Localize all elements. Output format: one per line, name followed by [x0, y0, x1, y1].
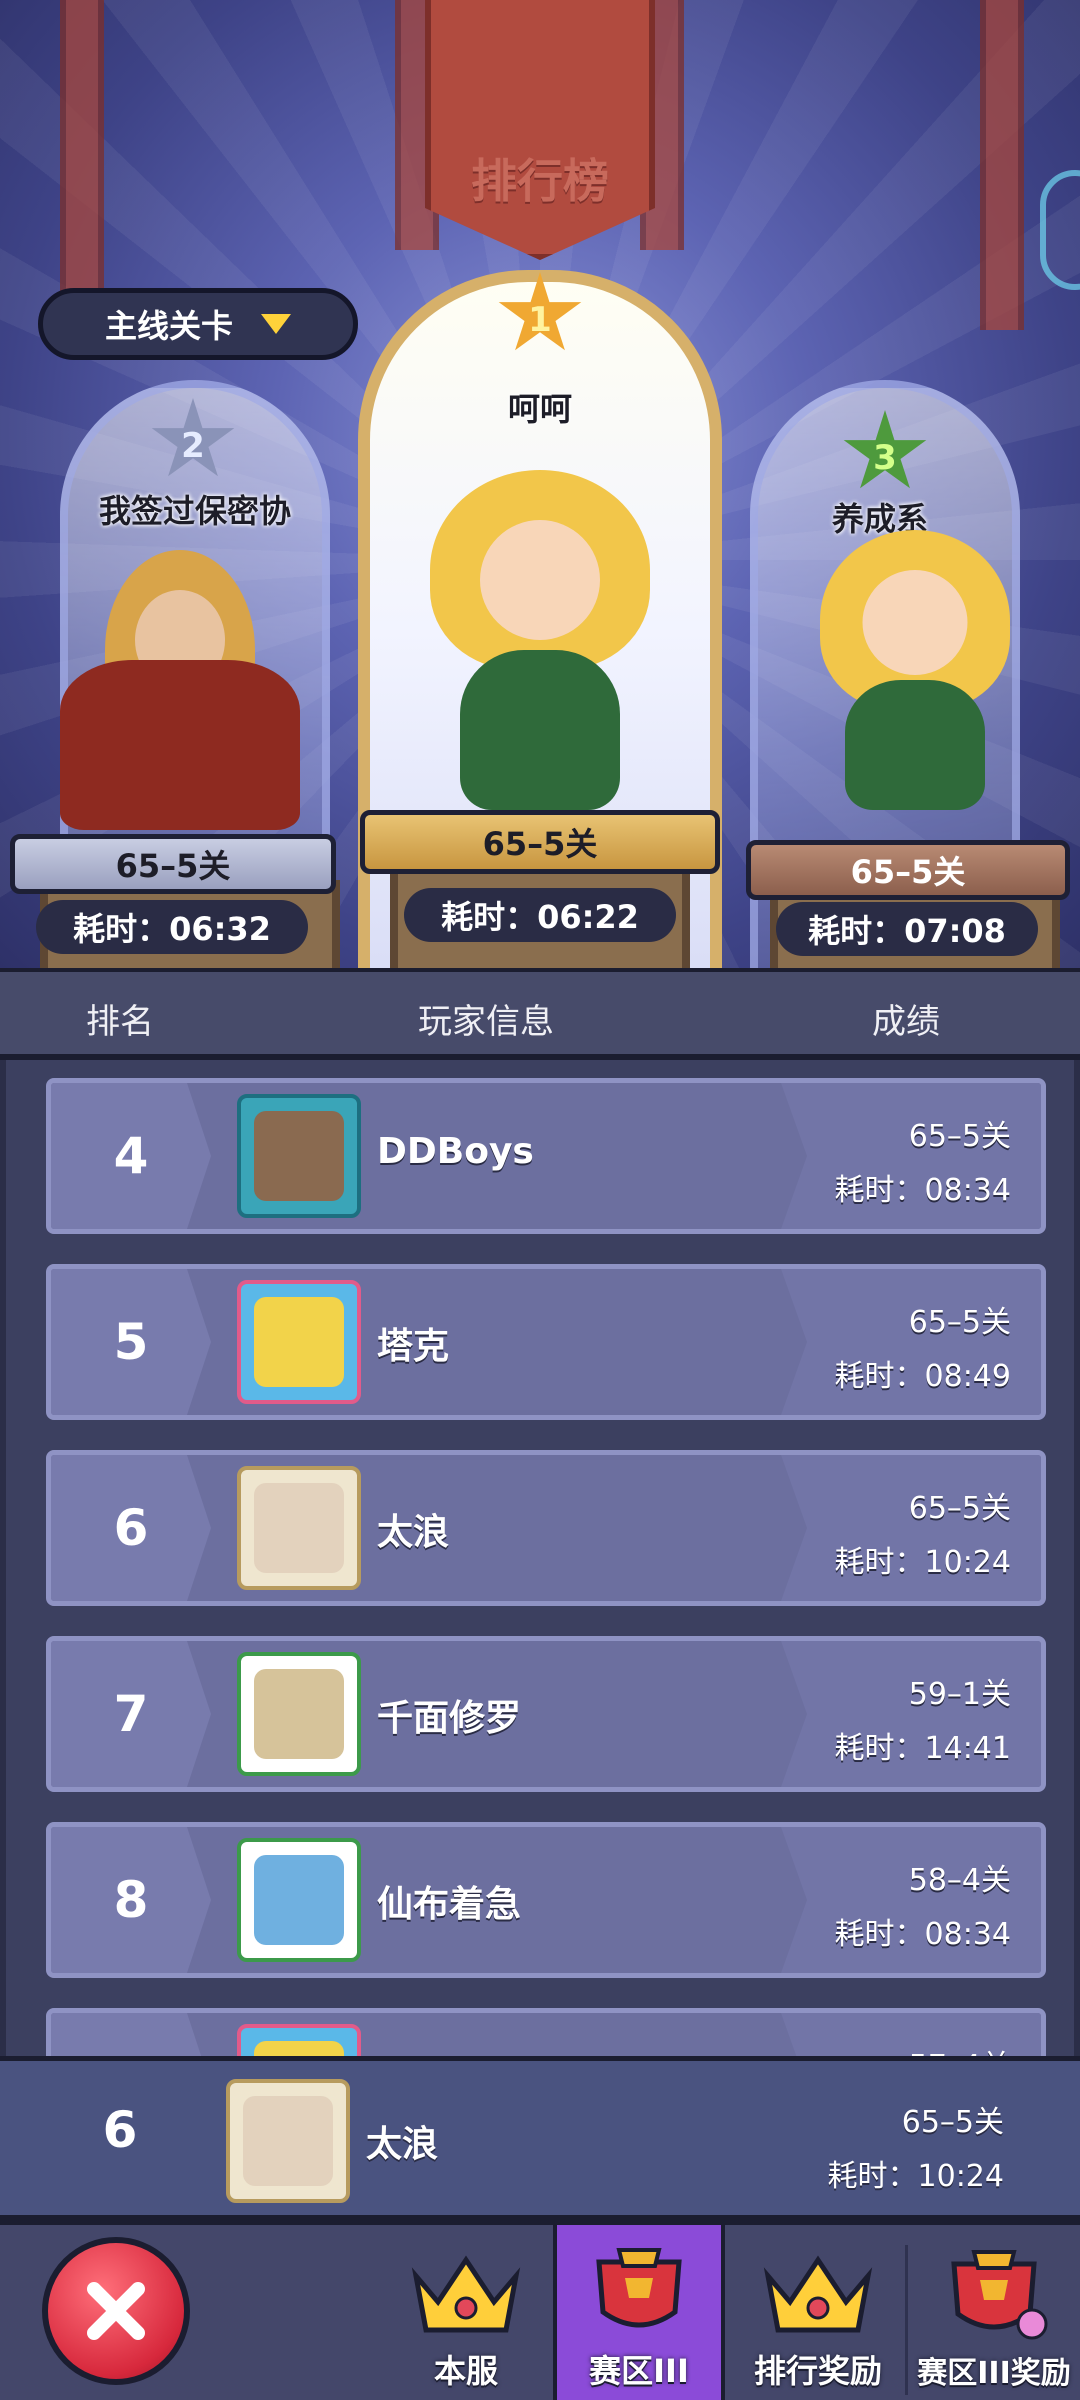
avatar[interactable]	[237, 1466, 361, 1590]
tab-label: 排行奖励	[753, 2352, 882, 2390]
curtain-drape	[60, 0, 104, 330]
my-score-stage: 65–5关	[901, 2105, 1004, 2140]
score-stage: 65–5关	[908, 1119, 1011, 1154]
crown-icon	[763, 2255, 873, 2333]
podium-3-time: 耗时：07:08	[776, 902, 1038, 956]
ranking-list[interactable]: 4 DDBoys 65–5关 耗时：08:34 5 塔克 65–5关 耗时：08…	[0, 1060, 1080, 2056]
tab-home-server[interactable]: 本服	[380, 2225, 552, 2400]
row-rank	[51, 2013, 211, 2056]
podium-2-stage: 65–5关	[10, 834, 336, 894]
row-rank: 7	[51, 1641, 211, 1787]
avatar-portrait-icon	[254, 1483, 344, 1573]
avatar-portrait-icon	[254, 1855, 344, 1945]
score-stage: 57–4关	[909, 2041, 1011, 2056]
ranking-row[interactable]: 5 塔克 65–5关 耗时：08:49	[46, 1264, 1046, 1420]
podium-3-stage: 65–5关	[746, 840, 1070, 900]
crown-icon	[411, 2255, 521, 2333]
chevron-down-icon	[261, 314, 291, 334]
avatar-portrait-icon	[243, 2096, 333, 2186]
avatar[interactable]	[237, 1652, 361, 1776]
tab-ranking-rewards[interactable]: 排行奖励	[732, 2225, 904, 2400]
score-stage: 65–5关	[908, 1491, 1011, 1526]
score-time: 耗时：08:49	[834, 1359, 1011, 1394]
podium-2-hero[interactable]	[40, 540, 320, 840]
avatar[interactable]	[237, 1280, 361, 1404]
row-rank: 6	[51, 1455, 211, 1601]
podium-1-stage: 65–5关	[360, 810, 720, 874]
ranking-row[interactable]: 6 太浪 65–5关 耗时：10:24	[46, 1450, 1046, 1606]
my-player-name: 太浪	[366, 2124, 439, 2165]
my-avatar[interactable]	[226, 2079, 350, 2203]
podium-2-time: 耗时：06:32	[36, 900, 308, 954]
avatar[interactable]	[237, 1094, 361, 1218]
player-name: 太浪	[377, 1512, 450, 1553]
column-header-score: 成绩	[872, 1002, 940, 1042]
tab-label: 本服	[433, 2352, 498, 2390]
row-rank: 8	[51, 1827, 211, 1973]
column-header-player: 玩家信息	[418, 1002, 554, 1042]
player-name: DDBoys	[377, 1131, 534, 1172]
trophy-icon	[951, 2250, 1048, 2340]
avatar[interactable]	[237, 1838, 361, 1962]
close-button[interactable]	[42, 2237, 190, 2385]
ranking-row[interactable]: 4 DDBoys 65–5关 耗时：08:34	[46, 1078, 1046, 1234]
ranking-row[interactable]: 7 千面修罗 59–1关 耗时：14:41	[46, 1636, 1046, 1792]
podium-2-name: 我签过保密协	[98, 492, 291, 530]
tab-zone-iii-rewards[interactable]: 赛区III奖励	[908, 2225, 1080, 2400]
player-name: 塔克	[377, 1326, 450, 1367]
score-time: 耗时：14:41	[834, 1731, 1011, 1766]
avatar-portrait-icon	[254, 1297, 344, 1387]
player-name: 仙布着急	[377, 1884, 522, 1925]
score-stage: 58–4关	[908, 1863, 1011, 1898]
page-title: 排行榜	[471, 154, 609, 208]
stage-filter-dropdown[interactable]: 主线关卡	[38, 288, 358, 360]
avatar-portrait-icon	[254, 2041, 344, 2056]
tab-zone-iii[interactable]: 赛区III	[553, 2225, 725, 2400]
podium-1-time: 耗时：06:22	[404, 888, 676, 942]
bottom-nav: 本服 赛区III 排行奖励 赛区III奖励	[0, 2220, 1080, 2400]
side-button-ring[interactable]	[1040, 170, 1080, 290]
my-rank: 6	[102, 2101, 138, 2159]
trophy-icon	[596, 2248, 682, 2328]
score-stage: 65–5关	[908, 1305, 1011, 1340]
tab-label: 赛区III奖励	[917, 2356, 1071, 2391]
close-icon	[87, 2282, 145, 2340]
table-header: 排名 玩家信息 成绩	[0, 968, 1080, 1060]
podium-scene: 排行榜 1 2 3 呵呵 我签过保密协 养成系 65–5关 耗时：06:32 6…	[0, 0, 1080, 968]
row-rank: 5	[51, 1269, 211, 1415]
ranking-row[interactable]: 8 仙布着急 58–4关 耗时：08:34	[46, 1822, 1046, 1978]
score-stage: 59–1关	[908, 1677, 1011, 1712]
score-time: 耗时：10:24	[834, 1545, 1011, 1580]
ranking-row[interactable]: 57–4关	[46, 2008, 1046, 2056]
stage-filter-label: 主线关卡	[104, 307, 233, 345]
curtain-drape	[980, 0, 1024, 330]
podium-1-hero[interactable]	[380, 460, 700, 820]
avatar[interactable]	[237, 2024, 361, 2056]
tab-label: 赛区III	[589, 2352, 689, 2390]
podium-1-name: 呵呵	[507, 390, 572, 428]
my-ranking-row[interactable]: 6 太浪 65–5关 耗时：10:24	[0, 2056, 1080, 2220]
my-score-time: 耗时：10:24	[827, 2159, 1004, 2194]
score-time: 耗时：08:34	[834, 1917, 1011, 1952]
avatar-portrait-icon	[254, 1669, 344, 1759]
player-name: 千面修罗	[377, 1698, 522, 1739]
row-rank: 4	[51, 1083, 211, 1229]
podium-3-hero[interactable]	[780, 520, 1050, 820]
avatar-portrait-icon	[254, 1111, 344, 1201]
score-time: 耗时：08:34	[834, 1173, 1011, 1208]
column-header-rank: 排名	[86, 1002, 154, 1042]
title-banner	[425, 0, 655, 260]
